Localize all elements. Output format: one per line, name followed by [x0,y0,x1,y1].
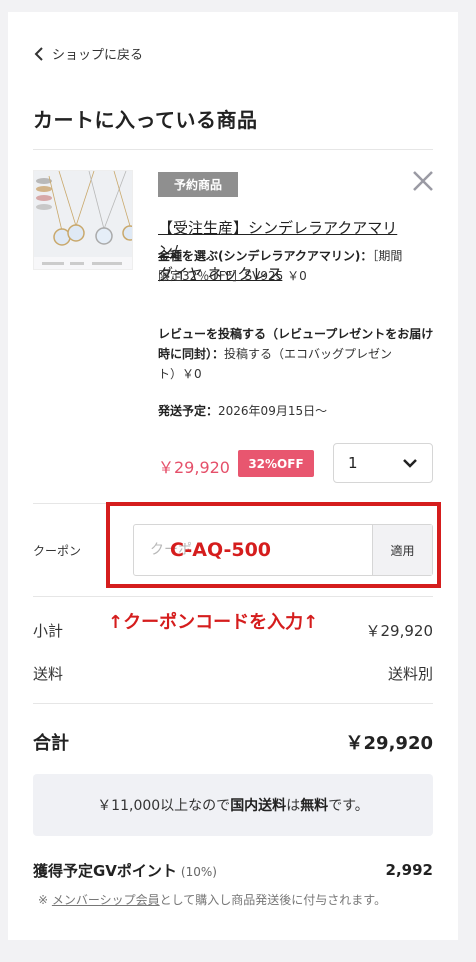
option-review: レビューを投稿する（レビュープレゼントをお届け 時に同封）：投稿する（エコバッグ… [158,324,434,384]
option-metal-value-b: 限定32％OFF］SV925 ￥0 [158,269,307,283]
discount-badge: 32%OFF [238,450,314,477]
divider [33,149,433,150]
annotation-coupon-hint: ↑クーポンコードを入力↑ [108,612,319,633]
option-metal-label: 金種を選ぶ(シンデレラアクアマリン)： [158,249,373,263]
notice-text-a: ￥11,000以上なので [97,798,231,814]
close-icon [413,171,433,191]
shipping-value: 送料別 [387,665,433,683]
points-label-group: 獲得予定GVポイント (10%) [33,860,217,881]
shipping-schedule: 発送予定：2026年09月15日〜 [158,402,327,419]
item-price: ￥29,920 [158,458,230,477]
back-label: ショップに戻る [52,48,144,63]
notice-text-e: です。 [328,798,369,814]
preorder-badge: 予約商品 [158,172,238,197]
points-note-prefix: ※ [38,893,49,907]
total-value: ￥29,920 [345,733,433,754]
option-review-label-b: 時に同封）： [158,347,225,361]
notice-text-b: 国内送料 [230,798,287,814]
chevron-left-icon [34,46,43,61]
option-metal-value-a: ［期間 [372,249,403,263]
quantity-value: 1 [348,454,358,472]
option-review-value-a: 投稿する（エコバッグプレゼン [224,347,393,361]
shipping-label: 送料 [33,665,64,683]
total-label: 合計 [33,733,69,754]
notice-text-c: は [286,798,301,814]
option-review-value-b: ト）￥0 [158,367,202,381]
points-note-suffix: として購入し商品発送後に付与されます。 [159,893,387,907]
points-label: 獲得予定GVポイント [33,862,177,880]
annotation-coupon-code: C-AQ-500 [170,539,272,561]
divider [33,596,433,597]
free-shipping-notice: ￥11,000以上なので 国内送料は無料 です。 [33,774,433,836]
divider [33,703,433,704]
points-value: 2,992 [385,861,433,879]
ship-label: 発送予定： [158,404,219,418]
necklace-image-icon [34,171,132,269]
membership-link[interactable]: メンバーシップ会員 [52,893,160,907]
option-review-label-a: レビューを投稿する（レビュープレゼントをお届け [158,327,434,341]
chevron-down-icon [403,459,417,468]
product-thumbnail[interactable] [33,170,133,270]
notice-text-d: 無料 [300,798,329,814]
quantity-select[interactable]: 1 [333,443,433,483]
subtotal-value: ￥29,920 [365,622,434,640]
back-to-shop-link[interactable]: ショップに戻る [34,44,143,63]
remove-item-button[interactable] [410,168,436,194]
ship-date: 2026年09月15日〜 [218,404,328,418]
points-rate: (10%) [180,865,217,879]
option-metal: 金種を選ぶ(シンデレラアクアマリン)：［期間 限定32％OFF］SV925 ￥0 [158,246,434,286]
coupon-label: クーポン [33,544,82,558]
points-note: ※ メンバーシップ会員として購入し商品発送後に付与されます。 [38,891,386,908]
annotation-frame [106,502,441,588]
page-title: カートに入っている商品 [33,108,258,132]
subtotal-label: 小計 [33,622,64,640]
